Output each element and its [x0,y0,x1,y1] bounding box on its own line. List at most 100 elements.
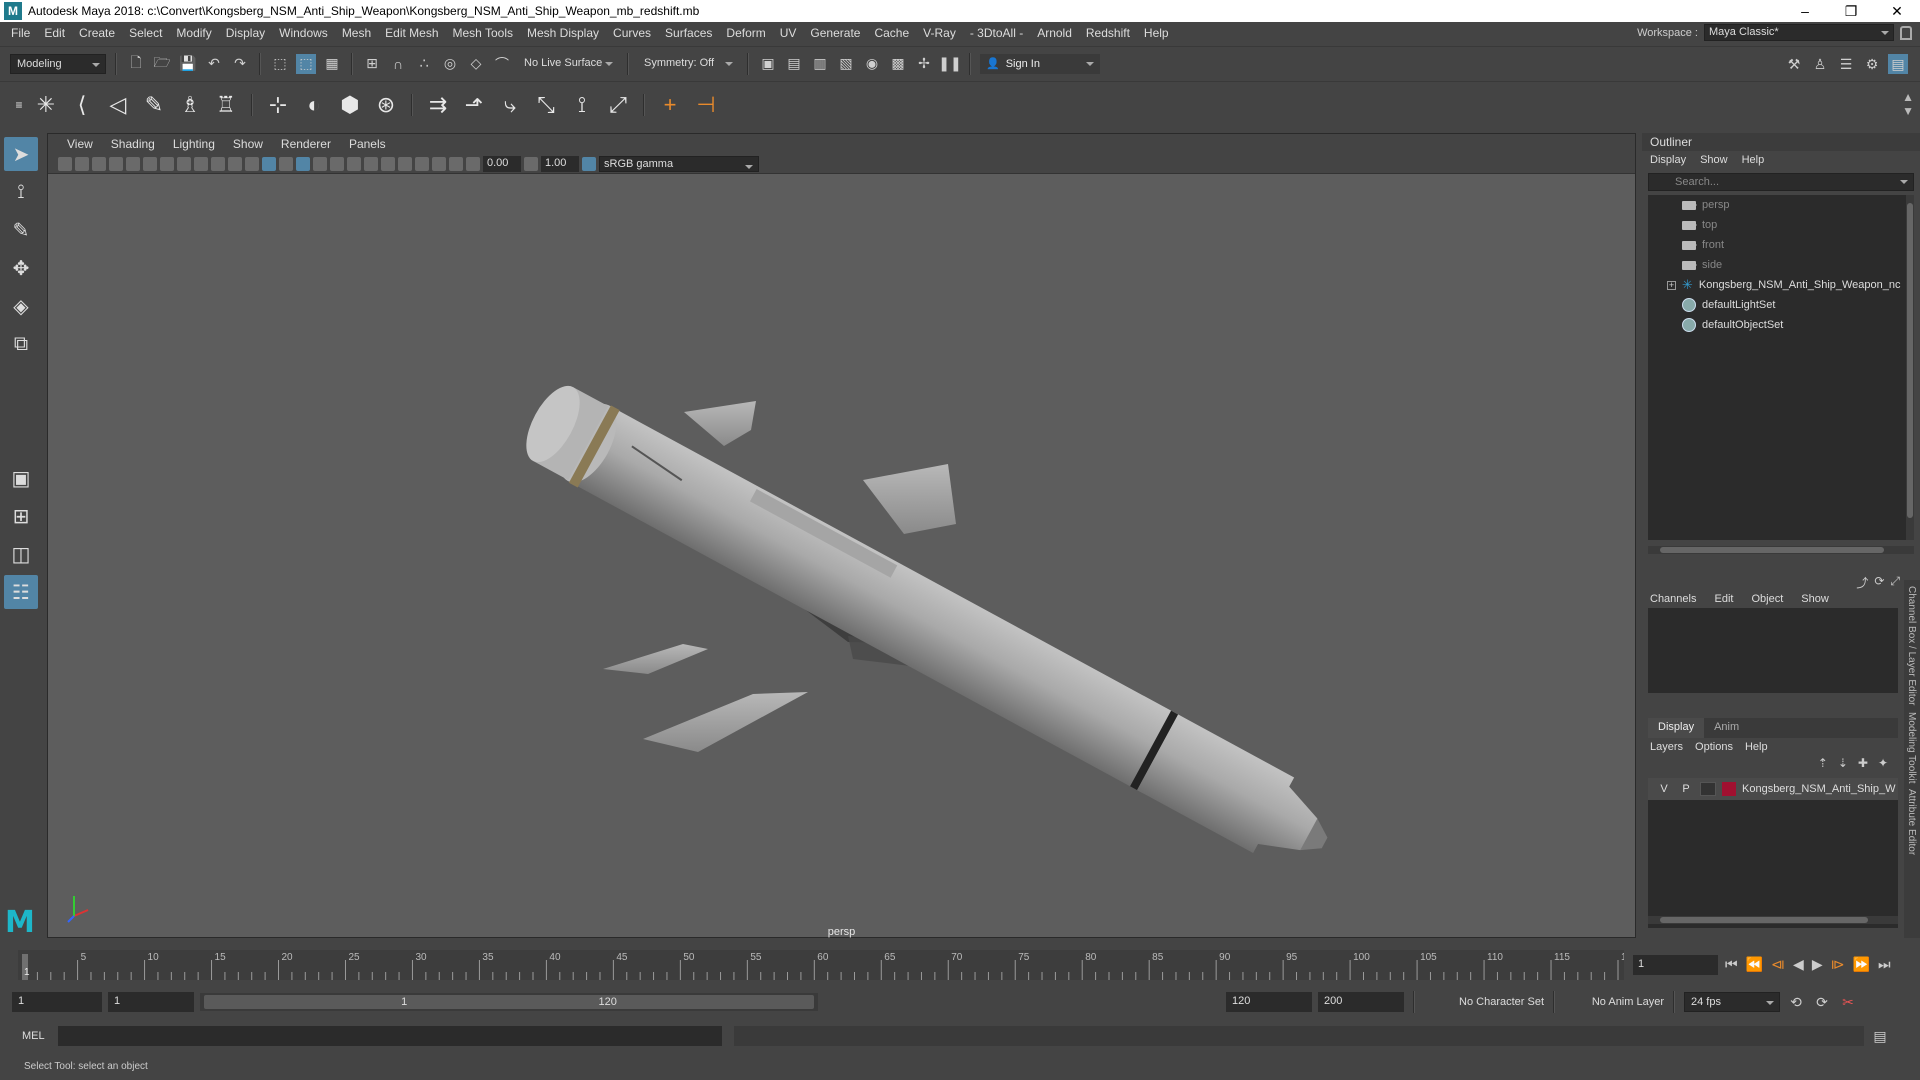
character-controls-icon[interactable]: ♙ [1810,54,1830,74]
color-space-dropdown[interactable]: sRGB gamma [599,155,759,172]
layer-row[interactable]: V P Kongsberg_NSM_Anti_Ship_W [1648,778,1898,800]
menu-vray[interactable]: V-Ray [916,26,963,40]
outliner-item-defaultobjectset[interactable]: defaultObjectSet [1648,315,1914,335]
wireframe-icon[interactable] [245,156,259,171]
tab-modeling-toolkit[interactable]: Modeling Toolkit [1906,712,1917,784]
live-surface-field[interactable]: No Live Surface [518,53,618,74]
outliner-vscrollbar[interactable] [1906,195,1914,540]
undo-icon[interactable]: ↶ [204,54,224,74]
select-tool-icon[interactable]: ➤ [4,137,38,171]
symmetry-dropdown[interactable]: Symmetry: Off [638,53,738,74]
smooth-bind-icon[interactable]: ⊹ [264,89,292,121]
redshift-render-icon[interactable]: ▩ [888,54,908,74]
render-settings-icon[interactable]: ▧ [836,54,856,74]
resolution-gate-icon[interactable] [143,156,157,171]
lattice-icon[interactable]: ⬢ [336,89,364,121]
outliner-layout-icon[interactable]: ☷ [4,575,38,609]
open-scene-icon[interactable]: 🗁 [152,54,172,74]
viewport-menu-view[interactable]: View [58,137,102,151]
save-scene-icon[interactable]: 💾 [178,54,198,74]
bookmark-icon[interactable] [75,156,89,171]
layer-menu-layers[interactable]: Layers [1650,741,1683,753]
ik-handle-icon[interactable]: ⟨ [68,89,96,121]
wireframe-on-shaded-icon[interactable] [296,156,310,171]
ik-spline-icon[interactable]: ◁ [104,89,132,121]
channels-menu-object[interactable]: Object [1751,593,1783,605]
outliner-menu-display[interactable]: Display [1650,154,1686,166]
menu-generate[interactable]: Generate [803,26,867,40]
lasso-tool-icon[interactable]: ⟟ [4,175,38,209]
move-tool-icon[interactable]: ✥ [4,251,38,285]
new-scene-icon[interactable]: 🗋 [126,54,146,74]
outliner-item-defaultlightset[interactable]: defaultLightSet [1648,295,1914,315]
exposure-field[interactable]: 0.00 [483,155,521,172]
xray-icon[interactable] [432,156,446,171]
menu-select[interactable]: Select [122,26,169,40]
time-slider[interactable]: 5 10 15 20 25 30 35 40 45 50 55 60 65 70 75 80 85 90 95 100… [18,950,1638,980]
camera-attributes-icon[interactable] [58,156,72,171]
two-panes-icon[interactable]: ◫ [4,537,38,571]
outliner-item-top[interactable]: top [1648,215,1914,235]
viewport-menu-lighting[interactable]: Lighting [164,137,224,151]
tab-channel-box-layer-editor[interactable]: Channel Box / Layer Editor [1906,586,1917,706]
outliner-item-side[interactable]: side [1648,255,1914,275]
new-layer-selected-icon[interactable]: ✦ [1878,756,1888,778]
outliner-item-persp[interactable]: persp [1648,195,1914,215]
lock-camera-icon[interactable] [109,156,123,171]
lock-icon[interactable] [1900,25,1912,40]
locator-constraint-icon[interactable]: ⊣ [692,89,720,121]
scale-tool-icon[interactable]: ⧉ [4,327,38,361]
menu-deform[interactable]: Deform [719,26,772,40]
ambient-occlusion-icon[interactable] [364,156,378,171]
layer-type-box[interactable] [1700,782,1716,796]
animation-end-field[interactable]: 200 [1318,992,1404,1012]
viewport-persp[interactable]: View Shading Lighting Show Renderer Pane… [47,133,1636,938]
viewport-menu-renderer[interactable]: Renderer [272,137,340,151]
select-component-icon[interactable]: ▦ [322,54,342,74]
parent-constraint-icon[interactable]: ⬏ [460,89,488,121]
orient-constraint-icon[interactable]: ⇉ [424,89,452,121]
pole-vector-icon[interactable]: ⤢ [604,89,632,121]
menu-edit-mesh[interactable]: Edit Mesh [378,26,445,40]
channels-menu-channels[interactable]: Channels [1650,593,1696,605]
attribute-editor-icon[interactable]: ☰ [1836,54,1856,74]
menu-mesh-tools[interactable]: Mesh Tools [446,26,520,40]
menu-help[interactable]: Help [1137,26,1176,40]
human-ik-icon[interactable]: ♖ [212,89,240,121]
viewport-menu-panels[interactable]: Panels [340,137,395,151]
maximize-button[interactable]: ❐ [1828,0,1874,22]
layer-menu-options[interactable]: Options [1695,741,1733,753]
snap-point-icon[interactable]: ∴ [414,54,434,74]
locator-icon[interactable]: + [656,89,684,121]
paint-weights-icon[interactable]: ◐ [300,89,328,121]
xray-joints-icon[interactable] [449,156,463,171]
play-forward-icon[interactable]: ▶ [1812,956,1823,973]
layer-visibility-toggle[interactable]: V [1656,783,1672,795]
shelf-menu-icon[interactable]: ≡ [14,89,24,121]
layer-playback-toggle[interactable]: P [1678,783,1694,795]
redo-icon[interactable]: ↷ [230,54,250,74]
menu-mesh[interactable]: Mesh [335,26,378,40]
outliner-item-front[interactable]: front [1648,235,1914,255]
channel-sync-icon[interactable]: ⟳ [1874,574,1884,591]
paint-select-icon[interactable]: ✎ [4,213,38,247]
cluster-icon[interactable]: ⊛ [372,89,400,121]
go-to-end-icon[interactable]: ⏭ [1878,956,1891,973]
menu-edit[interactable]: Edit [37,26,72,40]
anti-aliasing-icon[interactable] [398,156,412,171]
playback-start-field[interactable]: 1 [108,992,194,1012]
scene-canvas[interactable] [48,174,1635,937]
quick-rig-icon[interactable]: ♗ [176,89,204,121]
tab-attribute-editor[interactable]: Attribute Editor [1906,789,1917,855]
grid-icon[interactable] [194,156,208,171]
joint-tool-icon[interactable]: ✳ [32,89,60,121]
hypershade-icon[interactable]: ◉ [862,54,882,74]
step-forward-key-icon[interactable]: ⏩ [1853,956,1870,973]
gamma-icon[interactable] [524,156,538,171]
scale-constraint-icon[interactable]: ⤡ [532,89,560,121]
channel-key-icon[interactable]: ⤴ [1856,574,1868,591]
motion-blur-icon[interactable] [381,156,395,171]
use-all-lights-icon[interactable] [330,156,344,171]
single-perspective-icon[interactable]: ▣ [4,461,38,495]
expand-icon[interactable]: + [1667,280,1676,290]
